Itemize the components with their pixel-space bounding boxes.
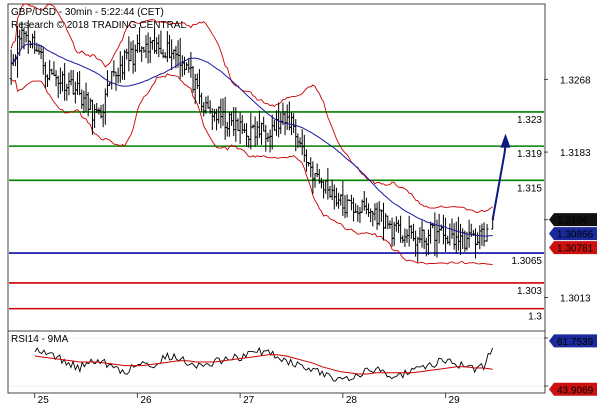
level-label-1: 1.319 bbox=[517, 149, 542, 160]
rsi-badge-1-label: 43.9069 bbox=[557, 385, 594, 396]
y-tick-label-3: 1.3013 bbox=[560, 294, 591, 305]
chart-title: GBP/USD - 30min - 5:22:44 (CET) bbox=[11, 7, 164, 18]
level-label-3: 1.3065 bbox=[511, 256, 542, 267]
price-badge-0: 1.3104 bbox=[549, 213, 597, 227]
rsi-badge-1: 43.9069 bbox=[549, 382, 597, 396]
price-badge-1: 1.30866 bbox=[549, 227, 597, 241]
x-tick-label-2: 27 bbox=[243, 395, 255, 406]
y-tick-label-1: 1.3183 bbox=[560, 148, 591, 159]
price-badge-1-label: 1.30866 bbox=[557, 230, 594, 241]
level-label-4: 1.303 bbox=[517, 286, 542, 297]
rsi-badge-0-label: 61.7539 bbox=[557, 337, 594, 348]
rsi-title: RSI14 - 9MA bbox=[11, 334, 69, 345]
chart-root: 1.323 1.319 1.315 1.3065 1.303 1.3 1.3268 1.31… bbox=[0, 0, 601, 413]
level-label-2: 1.315 bbox=[517, 183, 542, 194]
y-tick-label-0: 1.3268 bbox=[560, 75, 591, 86]
price-badge-2-label: 1.30781 bbox=[557, 244, 594, 255]
x-tick-label-0: 25 bbox=[38, 395, 50, 406]
chart-background bbox=[0, 0, 601, 413]
level-label-5: 1.3 bbox=[528, 312, 542, 323]
x-tick-label-3: 28 bbox=[346, 395, 358, 406]
price-badge-0-label: 1.3104 bbox=[557, 216, 588, 227]
rsi-badge-0: 61.7539 bbox=[549, 334, 597, 348]
x-tick-label-1: 26 bbox=[140, 395, 152, 406]
research-credit: Research © 2018 TRADING CENTRAL bbox=[11, 20, 186, 31]
level-label-0: 1.323 bbox=[517, 115, 542, 126]
x-tick-label-4: 29 bbox=[449, 395, 461, 406]
price-badge-2: 1.30781 bbox=[549, 241, 597, 255]
chart-svg: 1.323 1.319 1.315 1.3065 1.303 1.3 1.3268 1.31… bbox=[0, 0, 601, 413]
